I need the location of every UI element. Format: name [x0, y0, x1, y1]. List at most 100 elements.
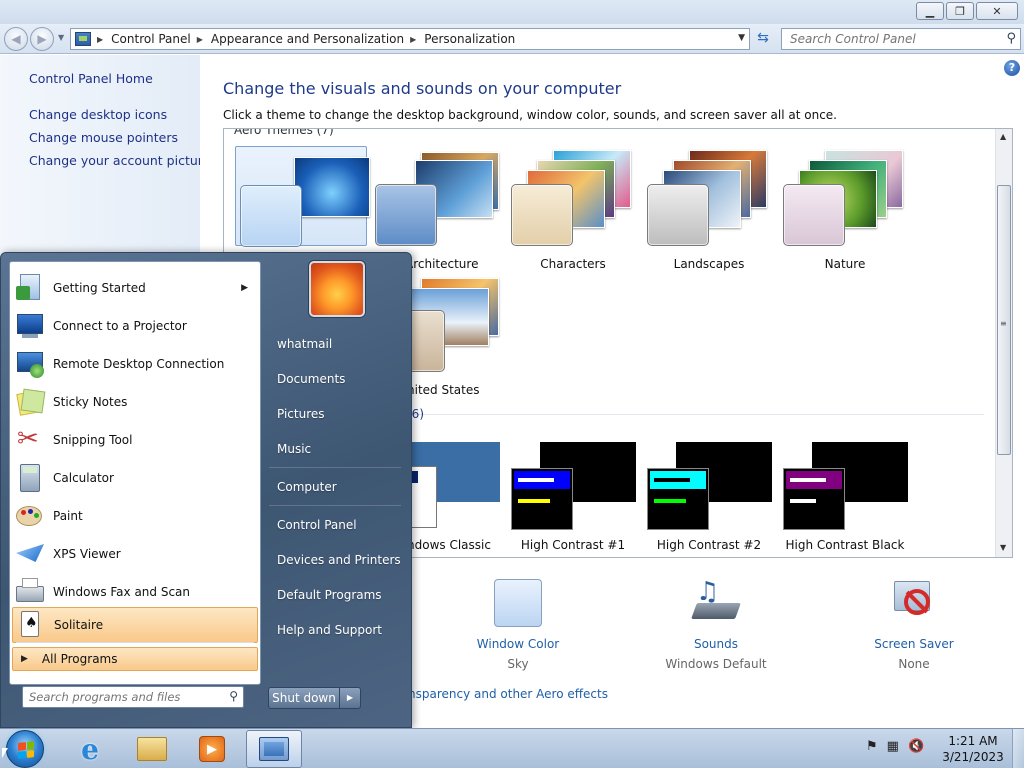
- program-snipping-tool[interactable]: ✂ Snipping Tool: [12, 422, 258, 458]
- program-getting-started[interactable]: Getting Started ▶: [12, 270, 258, 306]
- program-calculator[interactable]: Calculator: [12, 460, 258, 496]
- theme-windows-7[interactable]: [235, 146, 370, 247]
- program-connect-projector[interactable]: Connect to a Projector: [12, 308, 258, 344]
- search-icon[interactable]: ⚲: [1006, 31, 1016, 46]
- getting-started-icon: [14, 272, 46, 304]
- theme-high-contrast-black[interactable]: High Contrast Black: [779, 442, 911, 557]
- chevron-right-icon: ▶: [346, 693, 354, 702]
- system-clock[interactable]: 1:21 AM 3/21/2023: [940, 733, 1006, 765]
- theme-high-contrast-2[interactable]: High Contrast #2: [643, 442, 775, 557]
- start-link-computer[interactable]: Computer: [277, 480, 337, 494]
- paint-palette-icon: [14, 500, 46, 532]
- forward-button[interactable]: ▶: [30, 27, 54, 51]
- clock-time: 1:21 AM: [948, 734, 998, 748]
- refresh-button[interactable]: ⇆: [752, 30, 774, 50]
- all-programs-button[interactable]: ▶ All Programs: [12, 647, 258, 671]
- internet-explorer-icon: e: [81, 732, 99, 766]
- chevron-right-icon[interactable]: ▶: [197, 35, 203, 44]
- group-divider: [399, 414, 984, 415]
- change-desktop-icons-link[interactable]: Change desktop icons: [29, 107, 167, 122]
- user-avatar[interactable]: [309, 261, 365, 317]
- theme-architecture[interactable]: Architecture: [371, 146, 503, 271]
- taskbar: e ▶ ⚑ ▦ 🔇 1:21 AM 3/21/2023: [0, 728, 1024, 768]
- minimize-button[interactable]: ▁: [916, 2, 944, 20]
- control-panel-home-link[interactable]: Control Panel Home: [29, 71, 153, 86]
- media-player-icon: ▶: [199, 736, 225, 762]
- change-account-picture-link[interactable]: Change your account picture: [29, 153, 210, 168]
- change-mouse-pointers-link[interactable]: Change mouse pointers: [29, 130, 178, 145]
- maximize-button[interactable]: ❐: [946, 2, 974, 20]
- action-center-flag-icon[interactable]: ⚑: [866, 739, 878, 754]
- start-search-input[interactable]: [23, 687, 219, 707]
- search-input[interactable]: [782, 29, 992, 49]
- scroll-down-icon[interactable]: ▼: [1000, 543, 1006, 552]
- theme-label: High Contrast Black: [785, 538, 905, 552]
- back-button[interactable]: ◀: [4, 27, 28, 51]
- taskbar-control-panel[interactable]: [246, 730, 302, 768]
- help-icon[interactable]: ?: [1004, 60, 1020, 76]
- screen-saver-icon: [890, 579, 938, 627]
- start-link-default-programs[interactable]: Default Programs: [277, 588, 382, 602]
- program-paint[interactable]: Paint: [12, 498, 258, 534]
- folder-icon: [137, 737, 167, 761]
- search-icon[interactable]: ⚲: [229, 689, 238, 703]
- setting-title[interactable]: Window Color: [443, 637, 593, 651]
- shut-down-options-button[interactable]: ▶: [340, 687, 361, 709]
- start-link-control-panel[interactable]: Control Panel: [277, 518, 357, 532]
- start-button[interactable]: [6, 730, 44, 768]
- scroll-up-icon[interactable]: ▲: [1000, 132, 1006, 141]
- theme-nature[interactable]: Nature: [779, 146, 911, 271]
- submenu-arrow-icon[interactable]: ▶: [241, 283, 248, 293]
- start-search-box[interactable]: ⚲: [22, 686, 244, 708]
- program-sticky-notes[interactable]: Sticky Notes: [12, 384, 258, 420]
- recent-pages-dropdown[interactable]: ▼: [58, 33, 64, 42]
- start-link-music[interactable]: Music: [277, 442, 311, 456]
- close-button[interactable]: ✕: [976, 2, 1018, 20]
- theme-landscapes[interactable]: Landscapes: [643, 146, 775, 271]
- program-xps-viewer[interactable]: XPS Viewer: [12, 536, 258, 572]
- search-control-panel[interactable]: ⚲: [781, 28, 1021, 50]
- theme-window-preview: [511, 468, 573, 530]
- theme-characters[interactable]: Characters: [507, 146, 639, 271]
- volume-muted-icon[interactable]: 🔇: [908, 739, 924, 754]
- start-link-documents[interactable]: Documents: [277, 372, 345, 386]
- setting-title[interactable]: Screen Saver: [839, 637, 989, 651]
- theme-preview: [294, 157, 370, 217]
- setting-title[interactable]: Sounds: [641, 637, 791, 651]
- projector-icon: [14, 310, 46, 342]
- window-color-setting[interactable]: Window Color Sky: [443, 579, 593, 671]
- taskbar-media-player[interactable]: ▶: [184, 730, 240, 768]
- address-dropdown-icon[interactable]: ▼: [738, 33, 745, 43]
- program-solitaire[interactable]: ♠ Solitaire: [12, 607, 258, 643]
- program-remote-desktop[interactable]: Remote Desktop Connection: [12, 346, 258, 382]
- show-desktop-button[interactable]: [1012, 729, 1024, 768]
- start-link-user-folder[interactable]: whatmail: [277, 337, 332, 351]
- aero-transparency-link[interactable]: nsparency and other Aero effects: [408, 687, 608, 701]
- theme-list-scrollbar[interactable]: ▲ ≡ ▼: [995, 129, 1012, 557]
- breadcrumb-personalization[interactable]: Personalization: [424, 32, 515, 46]
- theme-label: Architecture: [405, 257, 479, 271]
- sounds-setting[interactable]: ♫ Sounds Windows Default: [641, 577, 791, 671]
- theme-high-contrast-1[interactable]: High Contrast #1: [507, 442, 639, 557]
- breadcrumb-appearance[interactable]: Appearance and Personalization: [211, 32, 404, 46]
- address-bar[interactable]: ▶ Control Panel ▶ Appearance and Persona…: [70, 28, 750, 50]
- start-link-pictures[interactable]: Pictures: [277, 407, 325, 421]
- theme-label: Characters: [540, 257, 606, 271]
- taskbar-internet-explorer[interactable]: e: [62, 730, 118, 768]
- theme-color-swatch: [511, 184, 573, 246]
- screen-saver-setting[interactable]: Screen Saver None: [839, 579, 989, 671]
- scissors-icon: ✂: [17, 424, 39, 454]
- shut-down-button[interactable]: Shut down: [268, 687, 340, 709]
- breadcrumb-control-panel[interactable]: Control Panel: [111, 32, 191, 46]
- program-fax-scan[interactable]: Windows Fax and Scan: [12, 574, 258, 610]
- network-icon[interactable]: ▦: [887, 739, 899, 754]
- clock-date: 3/21/2023: [942, 750, 1004, 764]
- all-programs-label: All Programs: [41, 652, 118, 666]
- theme-color-swatch: [647, 184, 709, 246]
- taskbar-windows-explorer[interactable]: [124, 730, 180, 768]
- chevron-right-icon[interactable]: ▶: [97, 35, 103, 44]
- start-link-devices-printers[interactable]: Devices and Printers: [277, 553, 401, 567]
- chevron-right-icon[interactable]: ▶: [410, 35, 416, 44]
- start-links-divider: [269, 505, 401, 506]
- start-link-help-support[interactable]: Help and Support: [277, 623, 382, 637]
